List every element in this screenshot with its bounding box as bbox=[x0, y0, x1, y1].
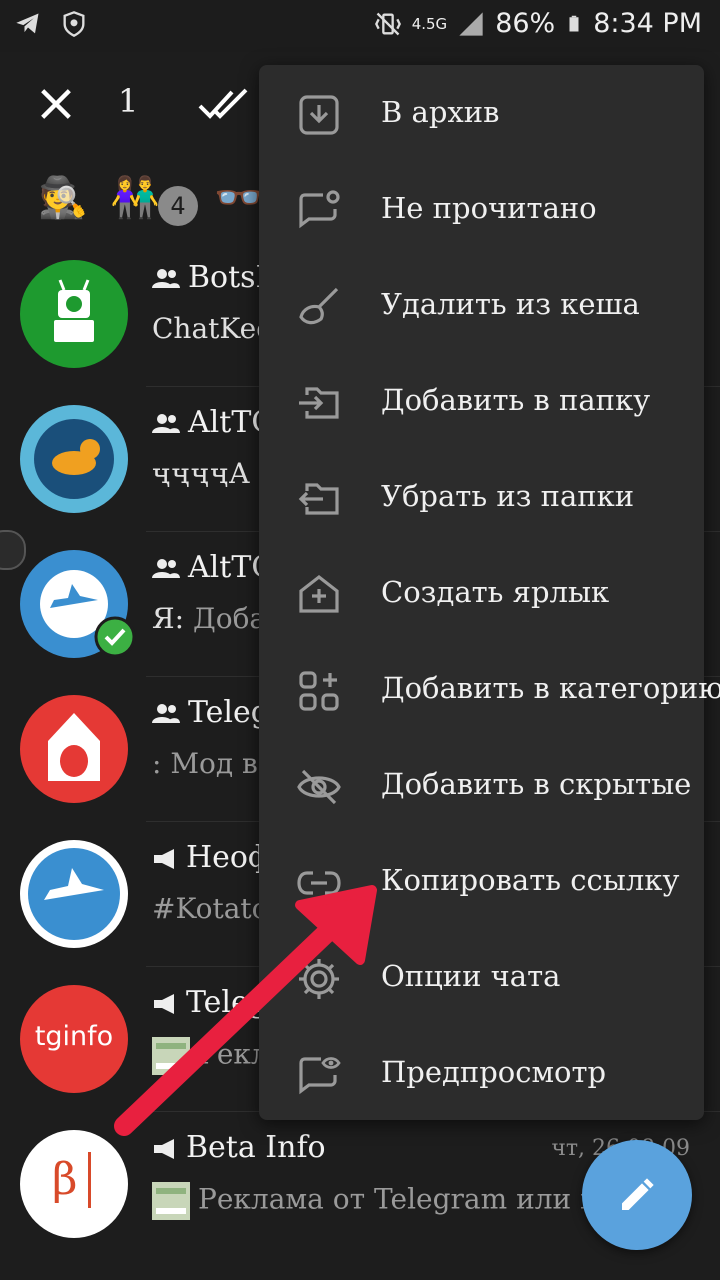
menu-item-label: Опции чата bbox=[381, 959, 561, 993]
pencil-icon bbox=[622, 1178, 654, 1210]
menu-item-unread[interactable]: Не прочитано bbox=[259, 163, 704, 259]
group-icon bbox=[152, 269, 180, 288]
menu-item-label: Предпросмотр bbox=[381, 1055, 607, 1089]
chat-name: Teleg bbox=[152, 695, 270, 730]
megaphone-icon bbox=[154, 1139, 174, 1159]
chat-preview: Реклама от Telegram или нов bbox=[152, 1182, 631, 1220]
menu-item-label: Копировать ссылку bbox=[381, 863, 680, 897]
chat-name: Teleg bbox=[152, 985, 268, 1020]
menu-item-copy-link[interactable]: Копировать ссылку bbox=[259, 835, 704, 931]
group-icon bbox=[152, 414, 180, 433]
close-icon[interactable] bbox=[36, 84, 76, 124]
double-check-icon[interactable] bbox=[198, 86, 250, 122]
menu-item-add-to-folder[interactable]: Добавить в папку bbox=[259, 355, 704, 451]
cat-icon bbox=[34, 419, 114, 499]
menu-item-create-shortcut[interactable]: Создать ярлык bbox=[259, 547, 704, 643]
folder-unread-badge: 4 bbox=[158, 186, 198, 226]
telegram-icon bbox=[16, 13, 39, 34]
preview-icon bbox=[299, 1057, 341, 1095]
hood-icon bbox=[48, 713, 100, 781]
folder-tab-spy[interactable]: 🕵️ bbox=[38, 174, 88, 221]
unread-icon bbox=[299, 190, 340, 229]
status-bar: 4.5G 86% 8:34 PM bbox=[0, 0, 720, 52]
archive-icon bbox=[299, 95, 339, 135]
battery-icon bbox=[569, 15, 579, 31]
chat-name: Неоф bbox=[152, 840, 271, 875]
chat-context-menu: В архив Не прочитано Удалить из кеша Доб… bbox=[259, 65, 720, 1123]
menu-item-label: Добавить в категорию bbox=[381, 671, 720, 705]
menu-item-add-to-category[interactable]: Добавить в категорию bbox=[259, 643, 720, 739]
link-icon bbox=[297, 871, 341, 895]
chat-preview: ҷҷҷҷA bbox=[152, 457, 250, 490]
menu-item-clear-cache[interactable]: Удалить из кеша bbox=[259, 259, 704, 355]
category-icon bbox=[299, 671, 339, 711]
gear-icon bbox=[299, 959, 339, 999]
shield-icon bbox=[63, 11, 85, 37]
menu-item-label: Создать ярлык bbox=[381, 575, 610, 609]
image-thumb-icon bbox=[152, 1182, 190, 1220]
menu-item-label: Убрать из папки bbox=[381, 479, 635, 513]
robot-icon bbox=[54, 279, 94, 342]
menu-item-add-to-hidden[interactable]: Добавить в скрытые bbox=[259, 739, 704, 835]
menu-item-label: В архив bbox=[381, 95, 500, 129]
megaphone-icon bbox=[154, 994, 174, 1014]
broom-icon bbox=[299, 287, 339, 325]
menu-item-label: Удалить из кеша bbox=[381, 287, 640, 321]
clock: 8:34 PM bbox=[593, 8, 702, 39]
avatar bbox=[20, 405, 128, 513]
menu-item-label: Добавить в папку bbox=[381, 383, 651, 417]
jet-icon bbox=[28, 848, 120, 940]
folder-add-icon bbox=[299, 387, 339, 419]
menu-item-remove-from-folder[interactable]: Убрать из папки bbox=[259, 451, 704, 547]
menu-item-chat-options[interactable]: Опции чата bbox=[259, 931, 704, 1027]
folder-tab-couple[interactable]: 👫 bbox=[110, 174, 160, 221]
folder-remove-icon bbox=[298, 483, 339, 515]
avatar bbox=[20, 840, 128, 948]
image-thumb-icon bbox=[152, 1037, 190, 1075]
avatar bbox=[20, 260, 128, 368]
vibrate-icon bbox=[374, 12, 401, 35]
avatar-text: β bbox=[52, 1154, 78, 1205]
compose-button[interactable] bbox=[582, 1140, 692, 1250]
network-type: 4.5G bbox=[411, 14, 448, 33]
group-icon bbox=[152, 559, 180, 578]
folder-tab-glasses[interactable]: 👓 bbox=[214, 174, 264, 221]
avatar-bar bbox=[88, 1152, 91, 1208]
chat-name: AltTG bbox=[152, 550, 275, 585]
battery-percent: 86% bbox=[495, 8, 556, 39]
chat-name: Beta Info bbox=[152, 1130, 326, 1165]
shortcut-icon bbox=[299, 574, 339, 613]
menu-item-preview[interactable]: Предпросмотр bbox=[259, 1027, 704, 1123]
signal-icon bbox=[459, 11, 483, 36]
avatar: tginfo bbox=[20, 985, 128, 1093]
verified-check-icon bbox=[94, 616, 136, 658]
selected-count: 1 bbox=[118, 82, 139, 120]
group-icon bbox=[152, 704, 180, 723]
avatar: β bbox=[20, 1130, 128, 1238]
menu-item-label: Добавить в скрытые bbox=[381, 767, 692, 801]
hidden-icon bbox=[297, 769, 341, 805]
megaphone-icon bbox=[154, 849, 174, 869]
menu-item-label: Не прочитано bbox=[381, 191, 597, 225]
chat-name: AltTG bbox=[152, 405, 275, 440]
avatar-text: tginfo bbox=[34, 1021, 114, 1052]
menu-item-archive[interactable]: В архив bbox=[259, 67, 704, 163]
avatar bbox=[20, 695, 128, 803]
